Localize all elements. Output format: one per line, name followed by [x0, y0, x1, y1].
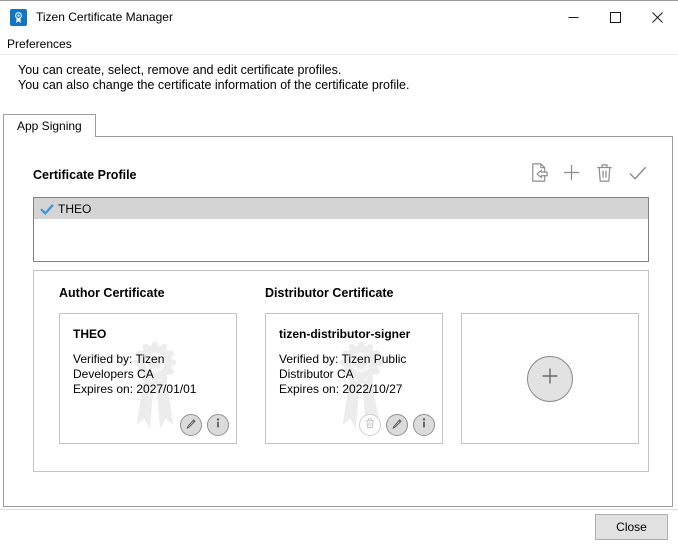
intro-line-2: You can also change the certificate info… — [18, 78, 668, 93]
app-logo-icon — [10, 9, 27, 26]
author-expires-on: Expires on: 2027/01/01 — [73, 382, 223, 397]
distributor-verified-by: Verified by: Tizen Public Distributor CA — [279, 352, 429, 382]
certificates-box: Author Certificate Distributor Certifica… — [33, 270, 649, 472]
info-icon — [418, 416, 430, 434]
add-certificate-button[interactable] — [527, 356, 573, 402]
distributor-certificate-name: tizen-distributor-signer — [266, 314, 442, 341]
tizen-certificate-manager-window: { "titlebar": { "title": "Tizen Certific… — [0, 0, 678, 550]
active-profile-check-icon — [39, 201, 55, 217]
certificate-profile-title: Certificate Profile — [33, 168, 137, 182]
author-verified-by: Verified by: Tizen Developers CA — [73, 352, 223, 382]
empty-certificate-card — [461, 313, 639, 444]
distributor-certificate-card: tizen-distributor-signer Verified by: Ti… — [265, 313, 443, 444]
trash-icon — [364, 416, 376, 434]
author-certificate-info: Verified by: Tizen Developers CA Expires… — [60, 341, 236, 397]
author-certificate-heading: Author Certificate — [59, 286, 165, 300]
author-certificate-name: THEO — [60, 314, 236, 341]
titlebar: Tizen Certificate Manager — [0, 1, 678, 33]
profile-row-theo[interactable]: THEO — [34, 198, 648, 219]
close-window-button[interactable] — [636, 1, 678, 33]
certificate-profile-header: Certificate Profile — [33, 163, 649, 187]
edit-distributor-certificate-button[interactable] — [386, 414, 408, 436]
distributor-expires-on: Expires on: 2022/10/27 — [279, 382, 429, 397]
window-controls — [552, 1, 678, 33]
certificate-profile-list: THEO — [33, 197, 649, 262]
tab-app-signing[interactable]: App Signing — [3, 114, 96, 137]
import-profile-icon — [527, 161, 550, 189]
set-active-profile-button[interactable] — [625, 163, 649, 187]
author-card-actions — [180, 414, 229, 436]
footer-separator — [0, 509, 678, 510]
add-profile-button[interactable] — [559, 163, 583, 187]
remove-profile-button[interactable] — [592, 163, 616, 187]
distributor-certificate-info: Verified by: Tizen Public Distributor CA… — [266, 341, 442, 397]
remove-profile-icon — [593, 161, 616, 189]
menu-preferences[interactable]: Preferences — [0, 33, 79, 54]
import-profile-button[interactable] — [526, 163, 550, 187]
profile-toolbar — [526, 163, 649, 187]
set-active-profile-icon — [626, 161, 649, 189]
distributor-card-actions — [359, 414, 435, 436]
window-title: Tizen Certificate Manager — [36, 10, 173, 24]
close-button[interactable]: Close — [595, 514, 668, 540]
add-profile-icon — [560, 161, 583, 189]
distributor-certificate-heading: Distributor Certificate — [265, 286, 394, 300]
edit-author-certificate-button[interactable] — [180, 414, 202, 436]
intro-line-1: You can create, select, remove and edit … — [18, 63, 668, 78]
menubar: Preferences — [0, 33, 678, 55]
minimize-button[interactable] — [552, 1, 594, 33]
profile-name: THEO — [58, 202, 91, 216]
pencil-icon — [391, 416, 403, 434]
plus-icon — [539, 365, 561, 392]
author-certificate-info-button[interactable] — [207, 414, 229, 436]
maximize-button[interactable] — [594, 1, 636, 33]
info-icon — [212, 416, 224, 434]
delete-distributor-certificate-button[interactable] — [359, 414, 381, 436]
distributor-certificate-info-button[interactable] — [413, 414, 435, 436]
author-certificate-card: THEO Verified by: Tizen Developers CA Ex… — [59, 313, 237, 444]
app-signing-panel: Certificate Profile — [3, 136, 673, 507]
pencil-icon — [185, 416, 197, 434]
intro-text: You can create, select, remove and edit … — [18, 63, 668, 93]
